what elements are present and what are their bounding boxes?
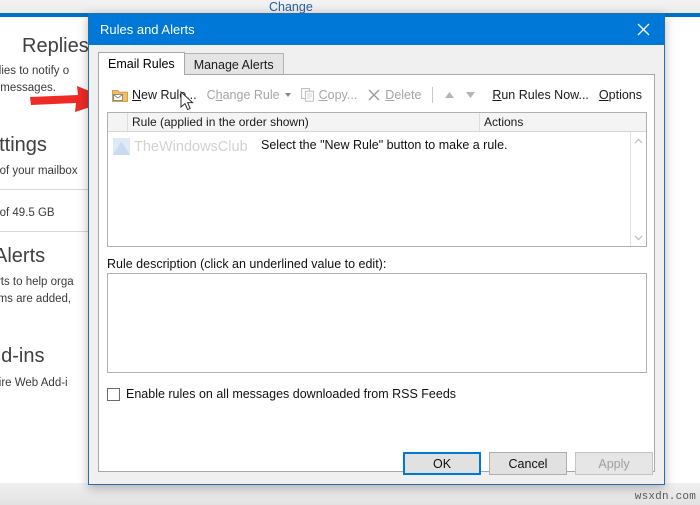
tab-manage-alerts[interactable]: Manage Alerts [183,53,284,75]
change-rule-button-label: Change Rule [206,88,280,102]
rules-and-alerts-dialog: Rules and Alerts Email Rules Manage Aler… [88,13,665,485]
rules-list-header-spacer [630,113,646,131]
chevron-down-icon [634,235,643,240]
chevron-down-icon [284,93,291,97]
thewindowsclub-watermark-text: TheWindowsClub [134,138,248,155]
rules-list-body[interactable]: TheWindowsClub Select the "New Rule" but… [108,132,646,246]
options-button[interactable]: Options [594,84,647,106]
rule-description-box[interactable] [107,273,647,373]
delete-x-icon [367,88,381,102]
rule-description-label: Rule description (click an underlined va… [107,257,387,271]
rss-rules-checkbox[interactable] [107,387,120,401]
new-rule-button[interactable]: New Rule... [107,84,202,106]
background-text-settings-1: e of your mailbox [0,165,78,177]
rss-rules-checkbox-row[interactable]: Enable rules on all messages downloaded … [107,387,456,401]
run-rules-now-button[interactable]: Run Rules Now... [487,84,594,106]
close-icon [637,23,649,36]
apply-button: Apply [575,452,653,475]
new-rule-button-label: New Rule... [132,88,197,102]
background-heading-alerts: Alerts [0,245,46,267]
email-rules-panel: New Rule... Change Rule Copy... Delete R… [98,74,655,472]
dialog-title: Rules and Alerts [100,22,195,37]
scroll-down-button[interactable] [631,229,646,246]
background-divider-1 [0,189,92,190]
arrow-up-icon [445,92,455,98]
background-text-alerts-1: lerts to help orga [0,276,74,288]
tab-email-rules-label: Email Rules [108,57,175,71]
background-divider-2 [0,231,92,232]
move-rule-down-button[interactable] [460,85,481,105]
rules-list-column-checkbox [108,113,128,131]
thewindowsclub-watermark: TheWindowsClub [113,138,248,155]
site-watermark: wsxdn.com [634,491,696,503]
dialog-body: Email Rules Manage Alerts New Rule... Ch… [89,45,664,484]
rules-list-header: Rule (applied in the order shown) Action… [108,113,646,132]
background-settings-pane: Replies eplies to notify o il messages. … [0,17,92,505]
background-text-alerts-2: tems are added, [0,293,72,305]
copy-button[interactable]: Copy... [296,84,363,106]
background-heading-replies: Replies [22,35,89,57]
tab-manage-alerts-label: Manage Alerts [193,57,274,72]
rules-list-column-actions[interactable]: Actions [480,113,630,131]
chevron-up-icon [634,138,643,143]
change-rule-button[interactable]: Change Rule [202,84,296,106]
thewindowsclub-logo-icon [113,138,130,155]
rules-list-scrollbar[interactable] [630,132,646,246]
new-rule-folder-mail-icon [112,88,128,102]
copy-icon [300,88,315,102]
rules-list-empty-message: Select the "New Rule" button to make a r… [261,138,508,152]
dialog-title-bar: Rules and Alerts [89,14,664,45]
rules-list-view[interactable]: Rule (applied in the order shown) Action… [107,112,647,247]
options-button-label: Options [598,88,642,102]
tab-strip: Email Rules Manage Alerts [98,52,284,75]
ok-button[interactable]: OK [403,452,481,475]
delete-button[interactable]: Delete [362,84,426,106]
background-change-link[interactable]: Change [269,0,313,14]
arrow-down-icon [466,92,476,98]
cancel-button[interactable]: Cancel [489,452,567,475]
background-heading-addins: dd-ins [0,345,45,367]
rules-list-column-rule[interactable]: Rule (applied in the order shown) [128,113,480,131]
move-rule-up-button[interactable] [439,85,460,105]
background-text-replies-1: eplies to notify o [0,65,70,77]
delete-button-label: Delete [385,88,422,102]
scroll-up-button[interactable] [631,132,646,149]
run-rules-now-button-label: Run Rules Now... [492,88,589,102]
rss-rules-checkbox-label: Enable rules on all messages downloaded … [126,387,457,401]
dialog-footer: OK Cancel Apply [89,452,664,475]
rules-toolbar: New Rule... Change Rule Copy... Delete R… [107,83,647,107]
copy-button-label: Copy... [318,88,358,102]
background-text-replies-2: il messages. [0,82,56,94]
background-text-addins-1: quire Web Add-i [0,377,68,389]
close-button[interactable] [622,14,664,45]
toolbar-separator [432,87,434,103]
background-text-settings-2: e of 49.5 GB [0,207,55,219]
background-heading-settings: ettings [0,134,47,156]
tab-email-rules[interactable]: Email Rules [98,52,185,75]
background-status-bar [0,483,700,505]
